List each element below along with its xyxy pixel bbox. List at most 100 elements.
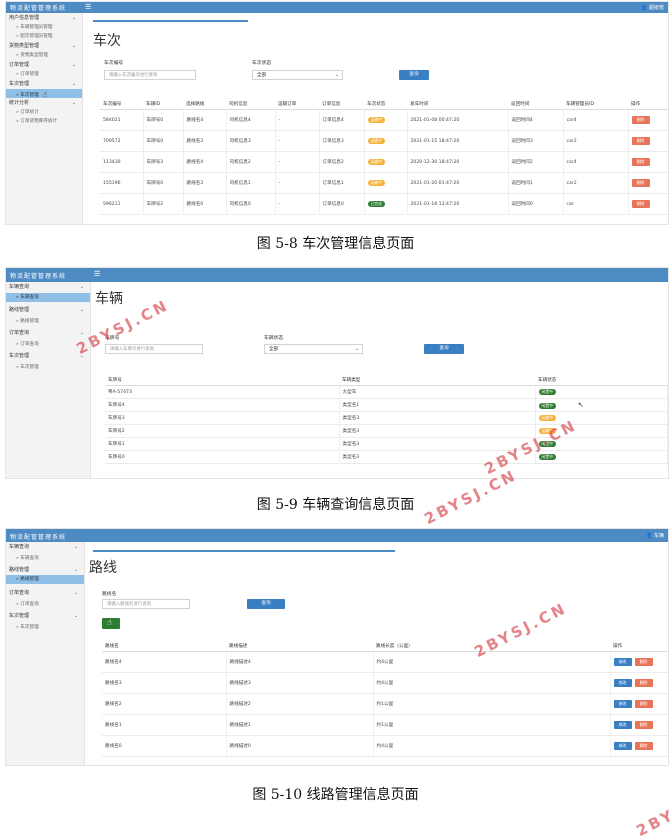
figure-caption-5-10: 图 5-10 线路管理信息页面 (252, 787, 419, 803)
route-desc-cell: 路线描述2 (226, 693, 374, 715)
delete-button[interactable]: 删除 (631, 179, 650, 187)
route-desc-cell: 路线描述4 (226, 651, 374, 673)
sidebar-item-order-stats[interactable]: » 订单统计 (6, 108, 82, 117)
sidebar-group-vehicle-query[interactable]: 车辆查询 ⌄ (6, 542, 84, 552)
query-button[interactable]: 查询 (424, 344, 464, 354)
delete-button[interactable]: 删除 (631, 116, 650, 124)
user-menu[interactable]: 👤 车辆 (646, 532, 664, 539)
column-header: 司机信息 (226, 98, 275, 110)
top-navbar: 物流配管管理系统 👤 车辆 (6, 529, 668, 542)
edit-button[interactable]: 修改 (613, 658, 632, 666)
sidebar-item-vehicle-query[interactable]: » 车辆查询 (6, 552, 84, 565)
plate-cell: 车牌号0 (105, 450, 340, 464)
hamburger-menu-icon[interactable]: ☰ (94, 270, 100, 279)
sidebar-group-trip[interactable]: 车次管理 ⌄ (6, 79, 82, 89)
order-info-cell: 订单信息0 (319, 193, 365, 215)
vehicle-id-cell: 车牌号0 (143, 172, 184, 194)
route-name-input[interactable]: 请输入路线名进行查询 (102, 599, 190, 609)
sidebar-group-user[interactable]: 用户信息管理 ⌄ (6, 13, 82, 23)
table-row: 车牌号1 类型名3 闲置中 (105, 437, 668, 451)
chevron-down-icon: ⌄ (71, 43, 76, 49)
column-header: 订单信息 (319, 98, 364, 110)
tab-indicator (93, 550, 395, 552)
page-title: 路线 (89, 560, 117, 576)
sidebar-item-vehicle-query[interactable]: » 车辆查询 (6, 293, 90, 302)
table-row: 车牌号2 类型名3 运输中 (105, 424, 668, 438)
delete-button[interactable]: 删除 (631, 200, 650, 208)
vehicle-id-cell: 车牌号3 (143, 151, 184, 173)
vehicle-id-cell: 车牌号2 (143, 193, 184, 215)
trip-no-input[interactable]: 请输入车次编号进行查询 (104, 70, 196, 80)
chevron-down-icon: ⌄ (79, 307, 84, 313)
table-row: 路线名2 路线描述2 约1公里 修改 删除 (102, 693, 668, 715)
top-navbar: 物流配管管理系统 ☰ (6, 268, 668, 282)
table-row: 584021 车牌号0 路线名4 司机信息4- 订单信息4 运输中 2021-01-08 0… (100, 109, 668, 131)
driver-cell: 司机信息4 (226, 109, 276, 131)
table-row: 路线名1 路线描述1 约1公里 修改 删除 (102, 714, 668, 736)
sidebar-group-route[interactable]: 路线管理 ⌄ (6, 565, 84, 575)
main-content: 路线 路线名 请输入路线名进行查询 查询 ☝ 路线名 路线描述 路线长度（公里） 操作… (85, 542, 668, 765)
column-header: 发车时间 (407, 98, 508, 110)
admin-id-cell: car2 (563, 172, 629, 194)
delete-button[interactable]: 删除 (634, 742, 653, 750)
return-time-cell: 返回时间2 (508, 151, 564, 173)
sidebar-group-route[interactable]: 路线管理 ⌄ (6, 305, 90, 315)
trip-status-select[interactable]: 全部 ⌄ (252, 70, 343, 80)
sidebar-group-stats[interactable]: 统计分析 ⌄ (6, 98, 82, 108)
chevron-down-icon: ⌄ (71, 15, 76, 21)
chevron-down-icon: ⌄ (73, 567, 78, 573)
vehicle-type-cell: 类型名3 (339, 424, 536, 438)
sidebar-item-dispatch-admin[interactable]: » 配次管理员管理 (6, 32, 82, 41)
delete-button[interactable]: 删除 (631, 158, 650, 166)
chevron-down-icon: ⌄ (73, 544, 78, 550)
sidebar-item-vehicle-admin[interactable]: » 车辆管理员管理 (6, 23, 82, 32)
plate-input[interactable]: 请输入车牌号进行查询 (105, 344, 203, 354)
user-menu[interactable]: 👤 超级管 (641, 4, 664, 11)
delete-button[interactable]: 删除 (631, 137, 650, 145)
edit-button[interactable]: 修改 (613, 742, 632, 750)
route-cell: 路线名0 (183, 193, 227, 215)
query-button[interactable]: 查询 (399, 70, 429, 80)
sidebar-item-trip[interactable]: » 车次管理 (6, 361, 90, 374)
sidebar-group-trip[interactable]: 车次管理 ⌄ (6, 351, 90, 361)
sidebar-item-trip[interactable]: » 车次管理 ☝ (6, 89, 82, 99)
vehicles-table: 车牌号 车辆类型 车辆状态 粤A-57473 大型车 闲置中 车牌号4 类型名1 闲置中 ↖ 车牌… (105, 374, 668, 464)
sidebar-item-order-query[interactable]: » 订单查询 (6, 598, 84, 611)
column-header: 车辆状态 (535, 374, 667, 386)
vehicle-status-select[interactable]: 全部 ⌄ (264, 344, 363, 354)
edit-button[interactable]: 修改 (613, 679, 632, 687)
app-title: 物流配管管理系统 (10, 5, 67, 12)
main-content: 车辆 车牌号 请输入车牌号进行查询 车辆状态 全部 ⌄ 查询 车牌号 车辆类型 车辆状… (91, 282, 668, 478)
table-row: 709572 车牌号0 路线名3 司机信息3- 订单信息3 运输中 2021-01-15 1… (100, 130, 668, 152)
route-cell: 路线名3 (183, 172, 227, 194)
delete-button[interactable]: 删除 (634, 679, 653, 687)
add-route-button[interactable]: ☝ (102, 618, 120, 629)
edit-button[interactable]: 修改 (613, 700, 632, 708)
query-button[interactable]: 查询 (247, 599, 285, 609)
route-name-cell: 路线名3 (102, 672, 227, 694)
sidebar-group-order-query[interactable]: 订单查询 ⌄ (6, 588, 84, 598)
column-header: 车辆类型 (339, 374, 535, 386)
sidebar-group-order-query[interactable]: 订单查询 ⌄ (6, 328, 90, 338)
vehicle-status-label: 车辆状态 (264, 336, 284, 341)
sidebar-group-order[interactable]: 订单管理 ⌄ (6, 60, 82, 70)
sidebar-item-route[interactable]: » 路线管理 (6, 575, 84, 584)
status-badge: 运输中 (367, 159, 385, 165)
delete-button[interactable]: 删除 (634, 700, 653, 708)
edit-button[interactable]: 修改 (613, 721, 632, 729)
delete-button[interactable]: 删除 (634, 658, 653, 666)
sidebar-item-stock-stats[interactable]: » 订单货物库存统计 (6, 117, 82, 126)
sidebar-item-cargo-type[interactable]: » 货物类型管理 (6, 51, 82, 60)
sidebar-item-order[interactable]: » 订单管理 (6, 70, 82, 79)
sidebar-group-trip[interactable]: 车次管理 ⌄ (6, 611, 84, 621)
table-header-row: 路线名 路线描述 路线长度（公里） 操作 (102, 640, 668, 652)
sidebar-group-vehicle-query[interactable]: 车辆查询 ⌄ (6, 282, 90, 293)
sidebar: 用户信息管理 ⌄ » 车辆管理员管理 » 配次管理员管理 货物类型管理 ⌄ » 货物… (6, 13, 83, 224)
sidebar-item-route[interactable]: » 路线管理 (6, 315, 90, 328)
delete-button[interactable]: 删除 (634, 721, 653, 729)
hamburger-menu-icon[interactable]: ☰ (85, 3, 91, 12)
sidebar-group-cargo[interactable]: 货物类型管理 ⌄ (6, 41, 82, 51)
table-row: 车牌号4 类型名1 闲置中 ↖ (105, 398, 668, 412)
sidebar-item-trip[interactable]: » 车次管理 (6, 621, 84, 634)
table-header-row: 车牌号 车辆类型 车辆状态 (105, 374, 667, 386)
